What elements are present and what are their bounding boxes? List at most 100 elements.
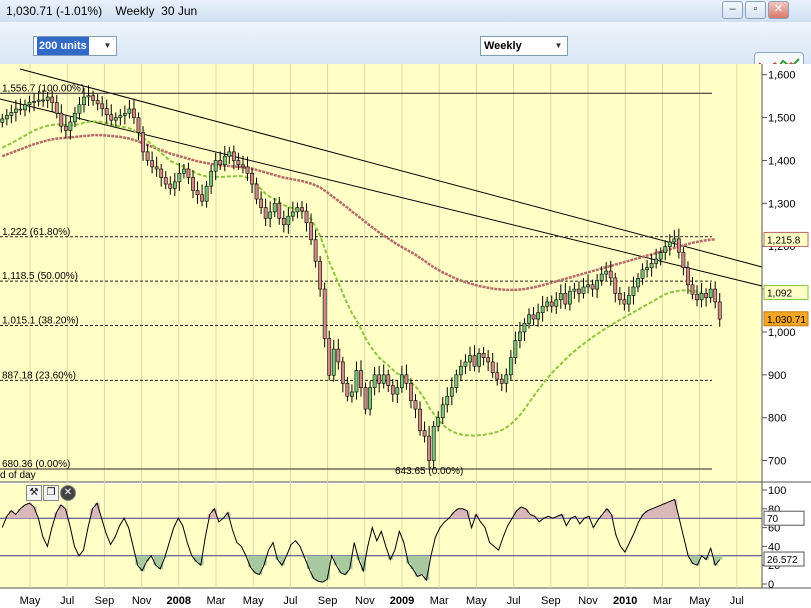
close-icon[interactable]: ✕ xyxy=(768,1,789,19)
candle-body xyxy=(186,168,191,178)
x-tick-label: Jul xyxy=(730,595,744,607)
y-tick-label: 800 xyxy=(768,413,786,425)
osc-overbought-fill xyxy=(460,508,466,519)
candle-body xyxy=(663,246,668,253)
candle-body xyxy=(336,348,341,363)
candle-body xyxy=(18,108,23,111)
candle-body xyxy=(708,288,713,298)
candle-body xyxy=(704,293,708,298)
x-tick-label: Sep xyxy=(95,595,115,607)
candle-body xyxy=(676,238,681,253)
window-titlebar: 1,030.71 (-1.01%) Weekly 30 Jun – ▫ ✕ xyxy=(0,0,811,23)
candle-body xyxy=(127,108,132,114)
candle-body xyxy=(381,374,386,384)
chevron-down-icon[interactable]: ▼ xyxy=(552,39,565,52)
candle-body xyxy=(200,194,204,202)
remove-icon[interactable]: ✕ xyxy=(60,485,76,501)
osc-overbought-fill xyxy=(663,503,669,519)
units-select[interactable]: 200 units ▼ xyxy=(33,36,117,56)
candle-body xyxy=(640,269,645,279)
minimize-icon[interactable]: – xyxy=(722,1,743,19)
candle-body xyxy=(581,286,586,294)
candle-body xyxy=(168,183,173,189)
osc-oversold-fill xyxy=(315,555,321,582)
candle-body xyxy=(340,361,345,384)
copy-icon[interactable]: ❐ xyxy=(43,485,59,501)
candle-body xyxy=(390,385,395,395)
candle-body xyxy=(345,383,350,397)
x-tick-label: May xyxy=(466,595,487,607)
candle-body xyxy=(590,284,595,290)
candle-body xyxy=(350,391,354,397)
candle-body xyxy=(122,113,127,116)
time-axis-ticks: May Jul Sep Nov 2008 Mar May Jul Sep Nov 2009 Mar Ma… xyxy=(20,595,744,607)
osc-overbought-fill xyxy=(523,508,529,519)
fib-level-label: 887.18 (23.60%) xyxy=(2,370,76,381)
candle-body xyxy=(522,323,527,333)
candle-body xyxy=(477,353,481,367)
candle-body xyxy=(263,207,268,219)
candle-body xyxy=(672,238,677,243)
osc-overbought-fill xyxy=(13,514,19,519)
candle-body xyxy=(141,132,145,153)
candle-body xyxy=(440,404,445,418)
y-tick-label: 1,600 xyxy=(768,70,796,82)
x-tick-label: 2008 xyxy=(167,595,191,607)
candle-body xyxy=(399,374,404,388)
candle-body xyxy=(631,286,636,296)
candle-body xyxy=(27,101,32,106)
candle-body xyxy=(599,273,604,281)
period-select[interactable]: Weekly ▼ xyxy=(480,36,568,56)
candle-body xyxy=(109,114,114,121)
osc-overbought-fill xyxy=(649,508,655,519)
candle-body xyxy=(154,166,159,170)
chevron-down-icon[interactable]: ▼ xyxy=(101,39,114,52)
candle-body xyxy=(481,353,486,358)
candle-body xyxy=(463,361,468,367)
price-tag-label: 1,215.8 xyxy=(767,235,801,246)
osc-tick-label: 100 xyxy=(768,485,786,497)
osc-tag-label: 26.572 xyxy=(767,555,798,566)
candle-body xyxy=(54,102,59,114)
window-title: 1,030.71 (-1.01%) Weekly 30 Jun xyxy=(6,4,198,18)
restore-icon[interactable]: ▫ xyxy=(745,1,766,19)
candle-body xyxy=(327,338,332,376)
candle-body xyxy=(250,173,254,185)
x-tick-label: Mar xyxy=(653,595,672,607)
candle-body xyxy=(36,99,41,102)
candle-body xyxy=(309,222,313,241)
candle-body xyxy=(418,408,422,431)
osc-overbought-fill xyxy=(514,510,520,519)
candle-body xyxy=(41,99,46,102)
candle-body xyxy=(4,115,9,120)
candle-body xyxy=(572,288,577,292)
osc-oversold-fill xyxy=(717,555,723,560)
candle-body xyxy=(191,177,195,191)
candle-body xyxy=(445,395,450,406)
candle-body xyxy=(508,357,513,376)
corner-text: d of day xyxy=(0,470,36,481)
candle-body xyxy=(281,218,286,226)
candle-body xyxy=(395,387,400,395)
fib-level-label: 1,015.1 (38.20%) xyxy=(2,315,79,326)
candle-body xyxy=(681,251,686,268)
candle-body xyxy=(586,284,590,288)
candle-body xyxy=(499,378,504,384)
candle-body xyxy=(667,241,672,247)
candle-body xyxy=(695,293,699,301)
candle-body xyxy=(431,425,436,461)
y-tick-label: 700 xyxy=(768,456,786,468)
candle-body xyxy=(604,270,609,275)
candle-body xyxy=(486,357,491,363)
candle-body xyxy=(577,288,581,294)
x-tick-label: Mar xyxy=(207,595,226,607)
candle-body xyxy=(422,430,427,437)
price-tag-label: 1,030.71 xyxy=(767,315,806,326)
candle-body xyxy=(540,305,545,313)
y-tick-label: 900 xyxy=(768,370,786,382)
candle-body xyxy=(100,103,105,109)
wrench-icon[interactable]: ⚒ xyxy=(26,485,42,501)
candle-body xyxy=(449,387,454,397)
candle-body xyxy=(145,151,150,161)
chart-toolbar: 200 units ▼ Weekly ▼ xyxy=(0,22,811,82)
